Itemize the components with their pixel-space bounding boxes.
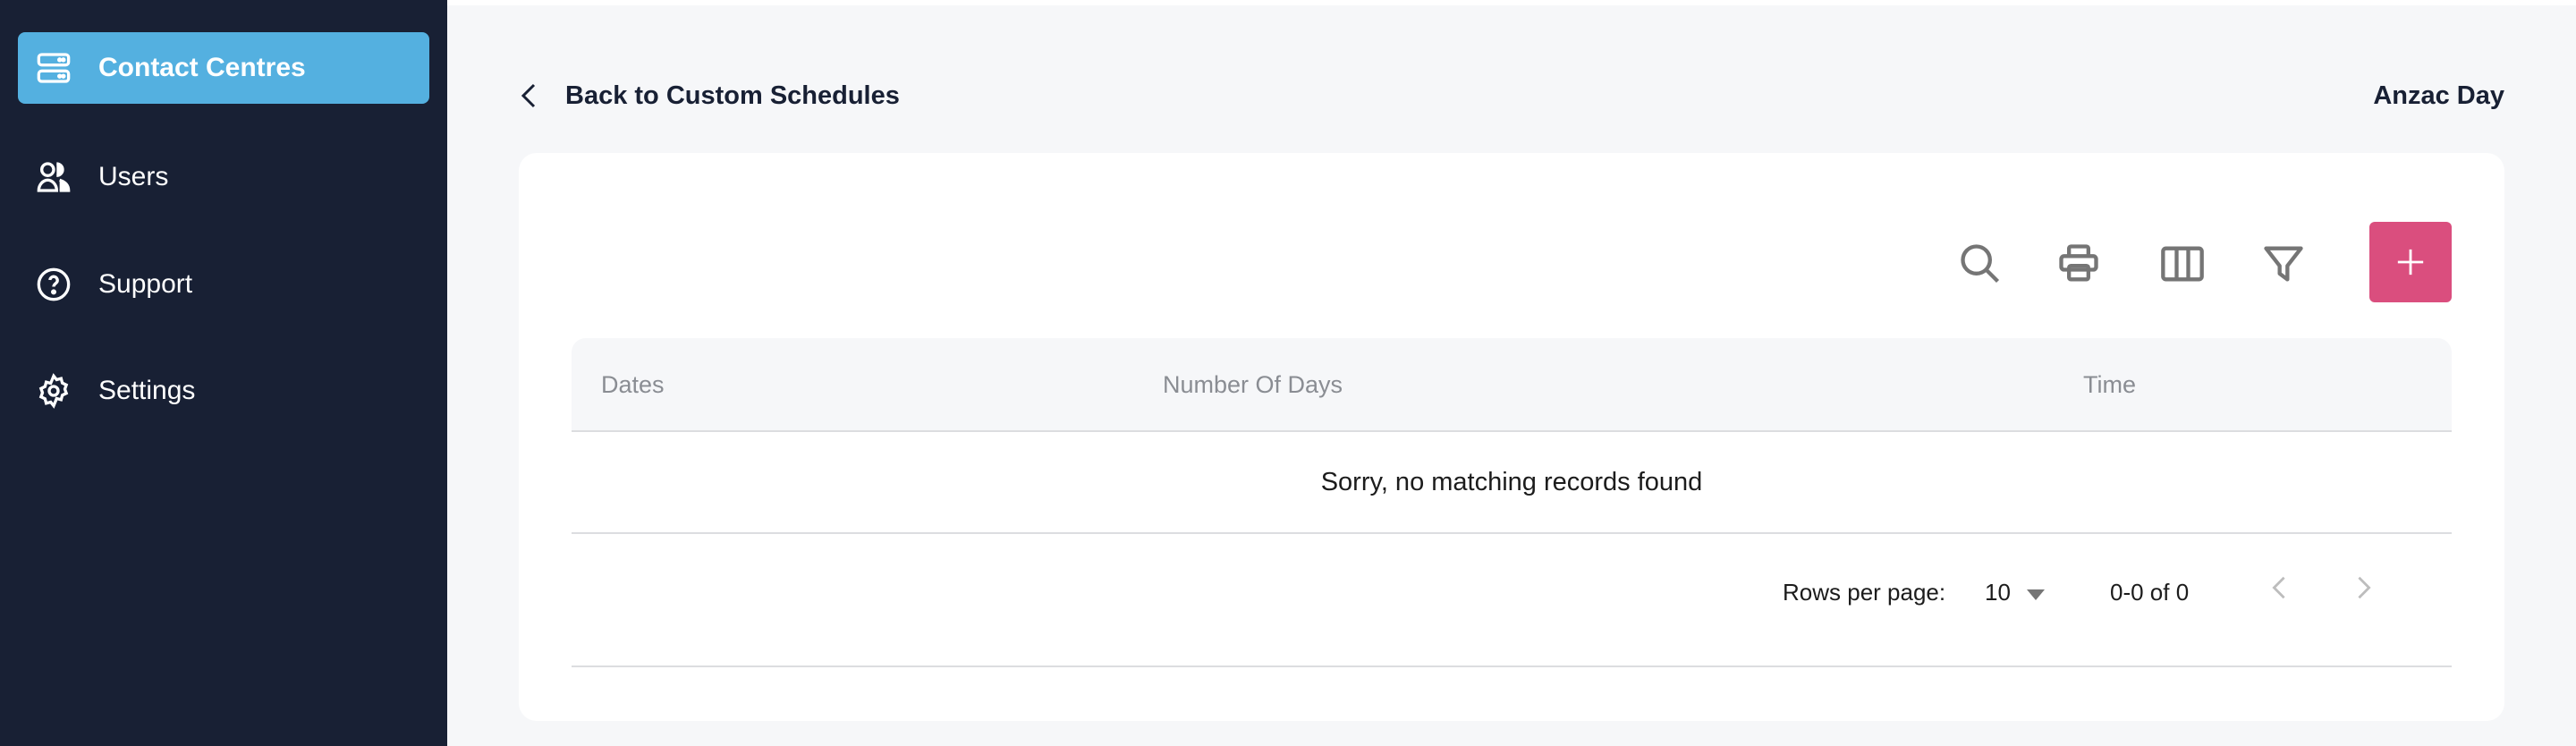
search-button[interactable] (1957, 241, 2004, 287)
search-icon (1961, 244, 2000, 284)
add-button[interactable] (2369, 222, 2452, 302)
previous-page-button[interactable] (2271, 568, 2287, 616)
table-header: Dates Number Of Days Time (572, 338, 2452, 432)
chevron-left-icon (521, 83, 536, 108)
page-range: 0-0 of 0 (2110, 579, 2190, 606)
sidebar-item-label: Support (98, 269, 193, 299)
print-icon (2059, 244, 2098, 282)
filter-icon (2264, 246, 2303, 282)
rows-per-page-value: 10 (1985, 579, 2011, 606)
sidebar-item-contact-centres[interactable]: Contact Centres (18, 32, 429, 104)
plus-icon (2397, 249, 2424, 276)
chevron-left-icon (2272, 576, 2285, 599)
users-icon (37, 162, 71, 192)
empty-message: Sorry, no matching records found (572, 432, 2452, 534)
sidebar-item-label: Users (98, 162, 169, 191)
help-circle-icon (37, 267, 71, 301)
column-header-dates[interactable]: Dates (601, 338, 665, 432)
column-header-number-of-days[interactable]: Number Of Days (1163, 338, 1343, 432)
print-button[interactable] (2055, 241, 2102, 287)
next-page-button[interactable] (2356, 568, 2372, 616)
sidebar-item-settings[interactable]: Settings (18, 355, 429, 427)
schedule-table-card: Dates Number Of Days Time Sorry, no matc… (519, 153, 2504, 721)
back-label: Back to Custom Schedules (565, 81, 900, 110)
server-icon (37, 53, 71, 83)
top-strip (107, 0, 2576, 5)
page-title: Anzac Day (2373, 81, 2504, 110)
gear-icon (38, 373, 69, 409)
sidebar: Contact Centres Users Support Settings (0, 0, 447, 746)
sidebar-item-label: Contact Centres (98, 53, 306, 82)
chevron-right-icon (2358, 576, 2371, 599)
rows-per-page-label: Rows per page: (1783, 579, 1946, 606)
sidebar-item-support[interactable]: Support (18, 249, 429, 320)
view-columns-button[interactable] (2159, 241, 2206, 287)
sidebar-item-label: Settings (98, 376, 196, 405)
filter-button[interactable] (2260, 241, 2307, 287)
column-header-time[interactable]: Time (2083, 338, 2136, 432)
caret-down-icon (2026, 589, 2045, 600)
rows-per-page-select[interactable]: 10 (1985, 568, 2045, 616)
back-link[interactable]: Back to Custom Schedules (519, 75, 900, 116)
sidebar-item-users[interactable]: Users (18, 141, 429, 213)
pagination: Rows per page: 10 0-0 of 0 (572, 534, 2452, 667)
view-columns-icon (2161, 246, 2204, 282)
